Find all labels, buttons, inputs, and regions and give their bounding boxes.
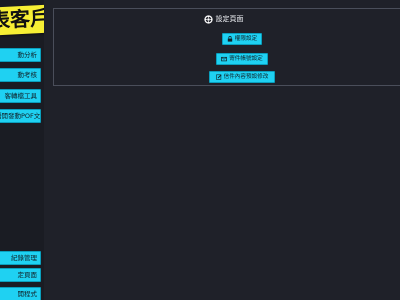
brand-logo-text: 表客戶 — [0, 5, 44, 33]
sender-account-settings-button[interactable]: 寄件帳號設定 — [216, 53, 268, 65]
settings-panel: 設定頁面 權限設定 寄件帳號設定 信件內容預設修改 — [53, 8, 400, 86]
sidebar-item-analysis[interactable]: 動分析 — [0, 48, 41, 62]
email-template-edit-button[interactable]: 信件內容預設修改 — [209, 71, 275, 83]
page-title: 設定頁面 — [215, 15, 244, 23]
brand-logo: 表客戶 — [0, 4, 44, 36]
gear-icon — [203, 14, 213, 24]
permissions-settings-label: 權限設定 — [234, 36, 258, 42]
sidebar-item-prospect-post[interactable]: 潛開發動POF文 — [0, 109, 41, 123]
edit-icon — [215, 73, 222, 80]
sidebar-item-assessment[interactable]: 動考核 — [0, 68, 41, 82]
sender-account-settings-label: 寄件帳號設定 — [229, 56, 263, 62]
sidebar-item-settings-page[interactable]: 定頁面 — [0, 268, 41, 282]
panel-header: 設定頁面 — [54, 13, 393, 25]
sidebar-item-file-conversion-tool[interactable]: 客轉檔工具 — [0, 89, 41, 103]
email-template-edit-label: 信件內容預設修改 — [223, 74, 269, 80]
mail-icon — [221, 56, 228, 61]
permissions-settings-button[interactable]: 權限設定 — [222, 33, 262, 45]
sidebar-item-open-program[interactable]: 開程式 — [0, 287, 41, 300]
sidebar-item-records-management[interactable]: 紀錄管理 — [0, 251, 41, 265]
sidebar: 表客戶 動分析 動考核 客轉檔工具 潛開發動POF文 紀錄管理 定頁面 開程式 — [0, 0, 44, 300]
lock-icon — [227, 35, 232, 42]
